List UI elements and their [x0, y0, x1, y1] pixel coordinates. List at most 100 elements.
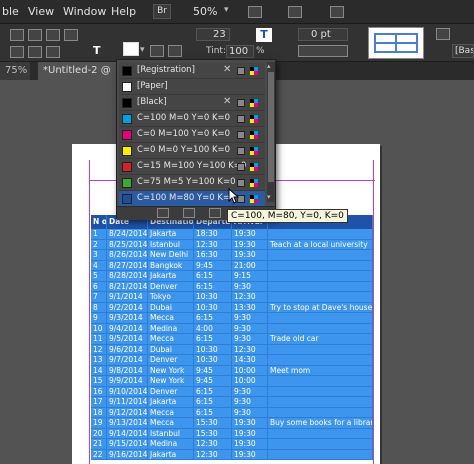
table-cell[interactable]: 8/28/2014 — [107, 271, 148, 281]
table-cell[interactable] — [268, 428, 373, 438]
table-header-cell[interactable]: N o — [91, 215, 107, 229]
tab-zoom[interactable]: 75% — [0, 62, 30, 80]
table-cell[interactable]: 9:15 — [232, 271, 268, 281]
cell-style-dropdown[interactable]: [Basic — [452, 44, 474, 58]
fill-swatch-icon[interactable] — [123, 42, 139, 56]
arrange-documents-icon[interactable] — [330, 6, 344, 18]
table-cell[interactable]: 17 — [91, 397, 107, 407]
swatch-row[interactable]: [Registration] ✕ — [119, 63, 265, 79]
table-cell[interactable] — [268, 271, 373, 281]
table-cell[interactable]: 6:15 — [194, 334, 232, 344]
table-cell[interactable]: Denver — [148, 386, 194, 396]
table-cell[interactable]: 9/1/2014 — [107, 292, 148, 302]
formatting-text-icon[interactable]: T — [256, 28, 272, 42]
show-gradient-swatches-icon[interactable] — [209, 208, 221, 218]
cell-stroke-icon[interactable] — [150, 45, 164, 57]
table-cell[interactable] — [268, 323, 373, 333]
table-cell[interactable]: 19:30 — [232, 439, 268, 449]
table-cell[interactable] — [268, 250, 373, 260]
table-cell[interactable]: Istanbul — [148, 239, 194, 249]
table-cell[interactable]: 16:30 — [194, 250, 232, 260]
table-cell[interactable]: 8/25/2014 — [107, 239, 148, 249]
table-cell[interactable]: Jakarta — [148, 271, 194, 281]
table-cell[interactable]: 21:00 — [232, 260, 268, 270]
table-cell[interactable]: 10:30 — [194, 344, 232, 354]
table-cell[interactable]: 6:15 — [194, 407, 232, 417]
menu-view[interactable]: View — [28, 5, 54, 18]
data-table[interactable]: N oDateDestinationDepartureArrival18/24/… — [91, 215, 373, 460]
table-cell[interactable] — [268, 313, 373, 323]
table-cell[interactable]: 8/24/2014 — [107, 229, 148, 239]
table-cell[interactable]: 16 — [91, 386, 107, 396]
show-color-swatches-icon[interactable] — [183, 208, 195, 218]
text-fill-icon[interactable]: T — [93, 44, 101, 57]
bridge-button[interactable]: Br — [153, 4, 171, 19]
menu-help[interactable]: Help — [111, 5, 136, 18]
table-cell[interactable]: 18 — [91, 407, 107, 417]
table-cell[interactable]: Mecca — [148, 418, 194, 428]
swatch-row[interactable]: C=100 M=0 Y=0 K=0 — [119, 111, 265, 127]
scrollbar[interactable]: ▴ ▾ — [267, 62, 275, 202]
table-cell[interactable] — [268, 439, 373, 449]
swatch-row[interactable]: C=0 M=100 Y=0 K=0 — [119, 127, 265, 143]
table-cell[interactable] — [268, 292, 373, 302]
table-cell[interactable]: Buy some books for a library — [268, 418, 373, 428]
table-cell[interactable]: Trade old car — [268, 334, 373, 344]
swatch-row[interactable]: C=100 M=80 Y=0 K=0 — [119, 191, 265, 207]
table-cell[interactable]: Medina — [148, 439, 194, 449]
scroll-down-icon[interactable]: ▾ — [267, 193, 271, 201]
table-cell[interactable]: Mecca — [148, 407, 194, 417]
align-left-icon[interactable] — [10, 29, 24, 41]
align-right-icon[interactable] — [46, 29, 60, 41]
valign-top-icon[interactable] — [10, 46, 24, 58]
table-cell[interactable]: 13:30 — [232, 302, 268, 312]
table-cell[interactable]: 12:30 — [194, 239, 232, 249]
table-cell[interactable]: 19:30 — [232, 250, 268, 260]
table-cell[interactable]: 9:30 — [232, 281, 268, 291]
table-cell[interactable]: Mecca — [148, 334, 194, 344]
table-cell[interactable]: 12 — [91, 344, 107, 354]
table-cell[interactable] — [268, 376, 373, 386]
table-cell[interactable]: 2 — [91, 239, 107, 249]
table-cell[interactable]: 6:15 — [194, 281, 232, 291]
table-cell[interactable]: 9:30 — [232, 334, 268, 344]
table-cell[interactable]: 9/14/2014 — [107, 428, 148, 438]
table-cell[interactable]: 9/6/2014 — [107, 344, 148, 354]
table-cell[interactable]: 19:30 — [232, 428, 268, 438]
table-cell[interactable]: 8/27/2014 — [107, 260, 148, 270]
table-cell[interactable]: New Delhi — [148, 250, 194, 260]
chevron-down-icon[interactable]: ▾ — [224, 5, 229, 15]
swatch-row[interactable]: [Paper] — [119, 79, 265, 95]
table-cell[interactable]: 19:30 — [232, 418, 268, 428]
cell-style-icon[interactable] — [436, 28, 450, 40]
table-cell[interactable]: 8/21/2014 — [107, 281, 148, 291]
table-cell[interactable]: 9:45 — [194, 376, 232, 386]
tab-document[interactable]: *Untitled-2 @ 50% — [38, 62, 122, 94]
swatch-row[interactable]: C=0 M=0 Y=100 K=0 — [119, 143, 265, 159]
table-cell[interactable]: 9:30 — [232, 386, 268, 396]
table-cell[interactable]: 10:30 — [194, 302, 232, 312]
table-cell[interactable]: 15 — [91, 376, 107, 386]
table-cell[interactable] — [268, 449, 373, 459]
table-cell[interactable]: 10:30 — [194, 292, 232, 302]
table-cell[interactable]: 12:30 — [232, 344, 268, 354]
table-cell[interactable]: 9/3/2014 — [107, 313, 148, 323]
table-cell[interactable]: 18:30 — [194, 229, 232, 239]
table-cell[interactable]: 9/13/2014 — [107, 418, 148, 428]
table-cell[interactable]: 9:30 — [232, 313, 268, 323]
table-cell[interactable] — [268, 260, 373, 270]
table-cell[interactable]: 9/4/2014 — [107, 323, 148, 333]
valign-center-icon[interactable] — [28, 46, 42, 58]
stroke-proxy-icon[interactable] — [368, 27, 424, 59]
scrollbar-thumb[interactable] — [268, 72, 274, 182]
table-cell[interactable]: 9/12/2014 — [107, 407, 148, 417]
table-cell[interactable]: 4 — [91, 260, 107, 270]
table-cell[interactable]: 10:30 — [194, 355, 232, 365]
table-cell[interactable]: Jakarta — [148, 449, 194, 459]
table-cell[interactable]: Mecca — [148, 313, 194, 323]
table-cell[interactable]: 14 — [91, 365, 107, 375]
table-cell[interactable]: Jakarta — [148, 229, 194, 239]
table-cell[interactable]: Dubai — [148, 302, 194, 312]
table-cell[interactable]: 5 — [91, 271, 107, 281]
align-center-icon[interactable] — [28, 29, 42, 41]
